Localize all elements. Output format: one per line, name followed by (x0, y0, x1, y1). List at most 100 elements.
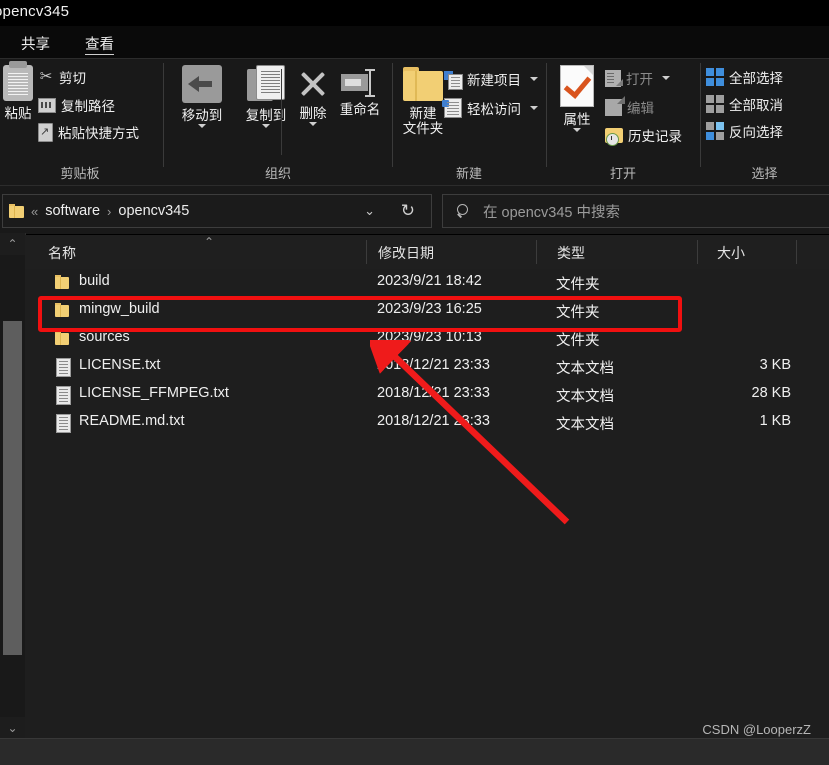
history-label: 历史记录 (628, 129, 682, 144)
file-name: LICENSE_FFMPEG.txt (79, 385, 229, 401)
select-all-button[interactable]: 全部选择 (706, 67, 783, 87)
ribbon-separator-1 (163, 63, 164, 167)
table-row[interactable]: README.md.txt 2018/12/21 23:33 文本文档 1 KB (25, 409, 829, 437)
breadcrumb-separator[interactable]: › (100, 204, 118, 219)
file-type: 文件夹 (556, 333, 600, 349)
file-date: 2023/9/23 16:25 (377, 301, 482, 317)
file-name: build (79, 273, 110, 289)
file-explorer-window: opencv345 共享 查看 剪贴板 组织 新建 打开 选择 粘贴 ✂ 剪切 … (0, 0, 829, 765)
table-row[interactable]: sources 2023/9/23 10:13 文件夹 (25, 325, 829, 353)
file-icon-wrap (53, 386, 71, 405)
chevron-down-icon[interactable]: ⌄ (364, 203, 375, 219)
file-icon-wrap (53, 414, 71, 433)
ribbon-separator-4 (700, 63, 701, 167)
refresh-icon[interactable]: ↻ (401, 201, 415, 221)
copy-path-icon (38, 97, 56, 113)
invert-selection-button[interactable]: 反向选择 (706, 121, 783, 141)
chevron-down-icon[interactable] (309, 122, 317, 126)
invert-selection-icon (706, 122, 724, 140)
chevron-down-icon[interactable] (530, 77, 538, 81)
column-header-date[interactable]: 修改日期 (378, 243, 434, 263)
column-divider-1[interactable] (366, 240, 367, 264)
chevron-down-icon[interactable] (530, 106, 538, 110)
address-bar[interactable]: « software › opencv345 ⌄ ↻ (2, 194, 432, 228)
watermark: CSDN @LooperzZ (702, 722, 811, 737)
sort-ascending-icon: ⌃ (204, 235, 215, 249)
column-divider-2[interactable] (536, 240, 537, 264)
group-label-organize: 组织 (264, 166, 291, 181)
cut-label: 剪切 (59, 71, 86, 86)
select-none-icon (706, 95, 724, 113)
rename-label: 重命名 (339, 102, 381, 117)
chevron-down-icon[interactable] (573, 128, 581, 132)
properties-button[interactable]: 属性 (548, 65, 606, 132)
paste-shortcut-label: 粘贴快捷方式 (58, 126, 139, 141)
select-none-button[interactable]: 全部取消 (706, 94, 783, 114)
scroll-down-icon[interactable]: ⌄ (0, 717, 25, 739)
file-date: 2023/9/21 18:42 (377, 273, 482, 289)
file-icon-wrap (53, 274, 71, 292)
file-name: sources (79, 329, 130, 345)
open-button[interactable]: 打开 (605, 68, 670, 88)
select-none-label: 全部取消 (729, 98, 783, 113)
file-type: 文件夹 (556, 305, 600, 321)
folder-icon (55, 331, 69, 345)
tab-share[interactable]: 共享 (13, 30, 58, 57)
chevron-down-icon[interactable] (198, 124, 206, 128)
scissors-icon: ✂ (39, 68, 53, 85)
file-name: README.md.txt (79, 413, 185, 429)
new-item-label: 新建项目 (467, 73, 521, 88)
move-to-button[interactable]: 移动到 (171, 65, 233, 128)
nav-pane-scrollbar[interactable]: ⌃ ⌄ (0, 233, 26, 739)
breadcrumb-overflow[interactable]: « (24, 204, 45, 219)
column-header-row: ⌃ 名称 修改日期 类型 大小 (25, 235, 829, 270)
file-icon-wrap (53, 302, 71, 320)
chevron-down-icon[interactable] (662, 76, 670, 80)
status-bar (0, 738, 829, 765)
ribbon: 剪贴板 组织 新建 打开 选择 粘贴 ✂ 剪切 复制路径 粘贴快捷方式 移动到 (0, 58, 829, 186)
invert-selection-label: 反向选择 (729, 125, 783, 140)
scrollbar-thumb[interactable] (3, 321, 22, 655)
table-row[interactable]: build 2023/9/21 18:42 文件夹 (25, 269, 829, 297)
rename-button[interactable]: 重命名 (324, 69, 396, 117)
breadcrumb-opencv345[interactable]: opencv345 (118, 203, 189, 219)
folder-icon (55, 303, 69, 317)
file-size: 1 KB (759, 413, 791, 429)
new-item-button[interactable]: 新建项目 (444, 69, 538, 90)
table-row[interactable]: mingw_build 2023/9/23 16:25 文件夹 (25, 297, 829, 325)
search-box[interactable]: 在 opencv345 中搜索 (442, 194, 829, 228)
file-date: 2018/12/21 23:33 (377, 413, 490, 429)
file-list: build 2023/9/21 18:42 文件夹 mingw_build 20… (25, 269, 829, 739)
history-button[interactable]: 历史记录 (605, 125, 682, 146)
folder-icon (403, 67, 443, 101)
folder-icon (55, 275, 69, 289)
table-row[interactable]: LICENSE_FFMPEG.txt 2018/12/21 23:33 文本文档… (25, 381, 829, 409)
tab-view[interactable]: 查看 (77, 30, 122, 57)
chevron-down-icon[interactable] (262, 124, 270, 128)
table-row[interactable]: LICENSE.txt 2018/12/21 23:33 文本文档 3 KB (25, 353, 829, 381)
easy-access-icon (442, 98, 462, 118)
group-label-new: 新建 (455, 166, 482, 181)
scroll-up-icon[interactable]: ⌃ (0, 233, 25, 255)
file-date: 2023/9/23 10:13 (377, 329, 482, 345)
copy-path-button[interactable]: 复制路径 (38, 95, 115, 115)
edit-label: 编辑 (627, 101, 654, 116)
paste-shortcut-icon (38, 122, 53, 142)
folder-icon (9, 204, 24, 218)
open-icon (605, 69, 623, 87)
column-header-name[interactable]: 名称 (48, 243, 76, 263)
column-header-size[interactable]: 大小 (717, 243, 745, 263)
column-divider-3[interactable] (697, 240, 698, 264)
text-file-icon (56, 386, 71, 405)
file-size: 3 KB (759, 357, 791, 373)
paste-shortcut-button[interactable]: 粘贴快捷方式 (38, 122, 139, 142)
breadcrumb-software[interactable]: software (45, 203, 100, 219)
cut-button[interactable]: ✂ 剪切 (38, 67, 86, 87)
move-to-label: 移动到 (181, 108, 223, 123)
easy-access-button[interactable]: 轻松访问 (442, 98, 538, 118)
title-bar: opencv345 (0, 0, 829, 26)
column-divider-4[interactable] (796, 240, 797, 264)
edit-button[interactable]: 编辑 (605, 95, 654, 117)
column-header-type[interactable]: 类型 (557, 243, 585, 263)
new-folder-label-line2: 文件夹 (402, 121, 444, 136)
